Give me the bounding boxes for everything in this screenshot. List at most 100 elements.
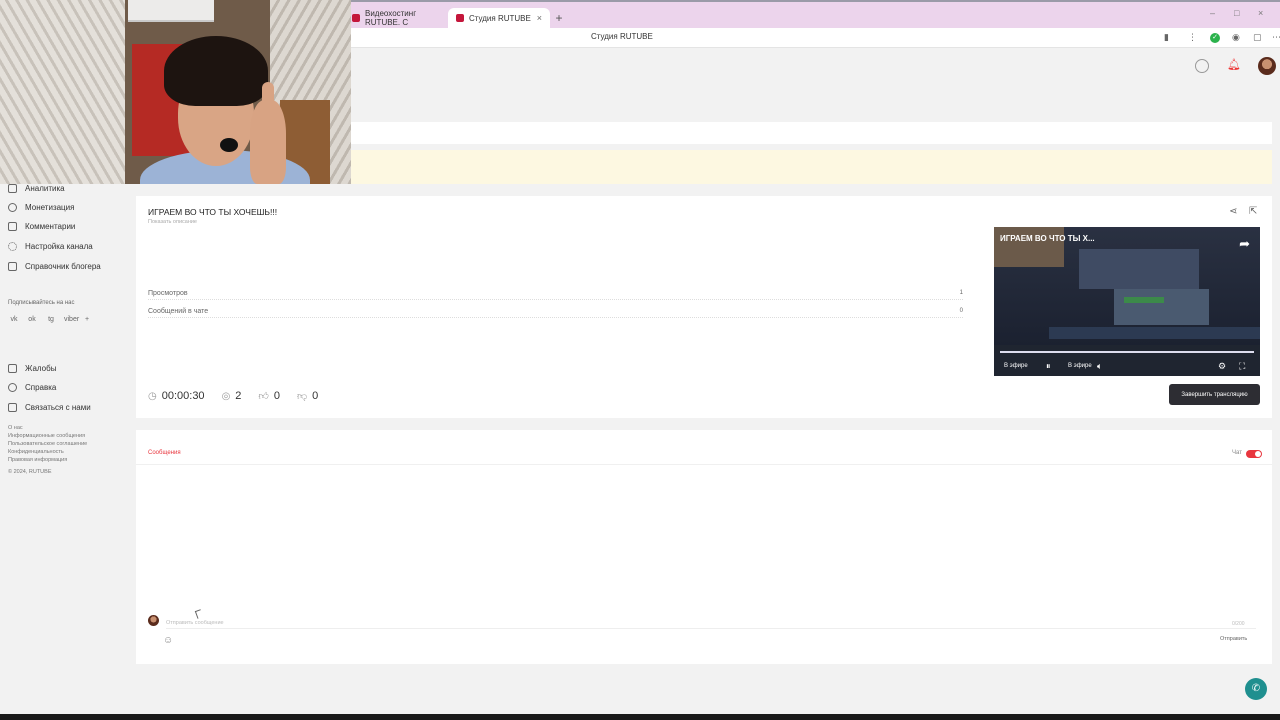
- player-screen-window: [1079, 249, 1199, 289]
- flag-icon: [8, 363, 17, 373]
- chat-toggle[interactable]: [1246, 450, 1262, 458]
- live-label: В эфире: [1068, 363, 1092, 369]
- sidebar-item-comments[interactable]: Комментарии: [8, 220, 75, 232]
- player-screen-window: [1114, 289, 1209, 325]
- settings-gear-icon[interactable]: ⚙︎: [1218, 361, 1226, 372]
- user-avatar[interactable]: [1258, 57, 1276, 75]
- pause-icon[interactable]: ⏸︎: [1046, 361, 1051, 372]
- bookmark-icon[interactable]: ▮: [1164, 32, 1169, 43]
- char-counter: 0/200: [1232, 621, 1245, 627]
- footer-link-info-messages[interactable]: Информационные сообщения: [8, 433, 85, 439]
- ok-icon[interactable]: ok: [27, 316, 37, 323]
- share-icon[interactable]: ⋖: [1229, 206, 1237, 217]
- notice-banner: [350, 150, 1272, 184]
- send-button[interactable]: Отправить: [1220, 636, 1247, 642]
- emoji-icon[interactable]: ☺: [163, 635, 173, 646]
- rutube-favicon-icon: [352, 14, 360, 22]
- tab-messages[interactable]: Сообщения: [148, 450, 181, 456]
- duration-value: 00:00:30: [161, 390, 205, 402]
- reading-icon[interactable]: ▢: [1253, 32, 1262, 43]
- clock-icon: ◷: [148, 390, 157, 402]
- show-description-link[interactable]: Показать описание: [148, 219, 197, 225]
- sidebar-item-monetization[interactable]: Монетизация: [8, 201, 74, 213]
- thumbs-down-icon: 👎︎: [297, 391, 308, 402]
- media-icon[interactable]: ◉: [1232, 32, 1240, 43]
- vk-icon[interactable]: vk: [9, 316, 19, 323]
- viewers-metric: ◎ 2: [222, 390, 242, 402]
- viber-icon[interactable]: viber: [64, 316, 79, 323]
- more-socials-icon[interactable]: +: [82, 316, 92, 323]
- notifications-bell-icon[interactable]: 🔔︎: [1227, 58, 1241, 71]
- likes-value: 0: [273, 390, 280, 402]
- more-icon[interactable]: ⋮: [1188, 32, 1197, 43]
- stream-metrics: ◷ 00:00:30 ◎ 2 👍︎ 0 👎︎ 0: [148, 390, 335, 402]
- stat-label: Сообщений в чате: [148, 308, 209, 315]
- stat-chat-messages: Сообщений в чате 0: [148, 308, 963, 318]
- player-progress-bar[interactable]: [1000, 351, 1254, 353]
- minimize-icon[interactable]: –: [1210, 8, 1215, 18]
- stat-label: Просмотров: [148, 290, 188, 297]
- support-chat-icon[interactable]: ✆: [1245, 678, 1267, 700]
- tab-label: Студия RUTUBE: [469, 13, 531, 23]
- close-tab-icon[interactable]: ×: [537, 13, 542, 23]
- footer-link-legal[interactable]: Правовая информация: [8, 457, 67, 463]
- sidebar-item-analytics[interactable]: Аналитика: [8, 182, 65, 194]
- close-window-icon[interactable]: ×: [1258, 8, 1263, 18]
- open-external-icon[interactable]: ⇱: [1249, 206, 1257, 217]
- fullscreen-icon[interactable]: ⛶: [1239, 361, 1245, 372]
- taskbar: [0, 714, 1280, 720]
- likes-metric: 👍︎ 0: [258, 390, 280, 402]
- analytics-icon: [8, 183, 17, 193]
- webcam-overlay: [0, 0, 351, 184]
- telegram-icon[interactable]: tg: [46, 316, 56, 323]
- stat-value: 0: [959, 308, 963, 314]
- sidebar-item-label: Настройка канала: [25, 241, 93, 251]
- sidebar-item-label: Справка: [25, 382, 57, 392]
- sidebar-item-help[interactable]: Справка: [8, 381, 56, 393]
- top-white-strip: [350, 122, 1272, 144]
- webcam-person-hair: [164, 36, 268, 106]
- extension-check-icon[interactable]: ✓: [1210, 33, 1220, 43]
- browser-tab-rutube-video[interactable]: Видеохостинг RUTUBE. С: [344, 8, 444, 28]
- duration-metric: ◷ 00:00:30: [148, 390, 205, 402]
- webcam-headset-mic: [220, 138, 238, 152]
- sidebar-item-label: Комментарии: [25, 221, 76, 231]
- maximize-icon[interactable]: □: [1234, 8, 1239, 18]
- sidebar-item-contact[interactable]: Связаться с нами: [8, 401, 91, 413]
- rutube-favicon-icon: [456, 14, 464, 22]
- player-share-icon[interactable]: ➦: [1239, 236, 1250, 252]
- footer-link-user-agreement[interactable]: Пользовательское соглашение: [8, 441, 87, 447]
- overflow-icon[interactable]: ⋯: [1272, 32, 1280, 43]
- coin-icon: [8, 202, 17, 212]
- sidebar-item-complaints[interactable]: Жалобы: [8, 362, 56, 374]
- player-progress-fill: [1000, 351, 1254, 353]
- live-badge: В эфире: [1004, 363, 1028, 369]
- chat-divider: [136, 464, 1272, 465]
- end-stream-button[interactable]: Завершить трансляцию: [1169, 384, 1260, 405]
- sidebar-item-label: Справочник блогера: [25, 261, 101, 271]
- page-title: Студия RUTUBE: [591, 32, 653, 41]
- tab-label: Видеохостинг RUTUBE. С: [365, 9, 417, 27]
- sidebar-item-label: Жалобы: [25, 363, 57, 373]
- sidebar: Аналитика Монетизация Комментарии Настро…: [0, 182, 135, 720]
- subscribe-label: Подписывайтесь на нас: [8, 300, 75, 306]
- footer-link-about[interactable]: О нас: [8, 425, 23, 431]
- viewers-value: 2: [235, 390, 242, 402]
- chat-toggle-label: Чат: [1232, 450, 1242, 456]
- new-tab-button[interactable]: +: [552, 12, 566, 26]
- upload-icon[interactable]: [1195, 59, 1209, 73]
- sidebar-item-channel-settings[interactable]: Настройка канала: [8, 240, 93, 252]
- chat-message-input[interactable]: [166, 617, 1256, 629]
- player-screen: [994, 227, 1260, 345]
- sidebar-item-label: Аналитика: [25, 183, 65, 193]
- stream-preview-player[interactable]: ИГРАЕМ ВО ЧТО ТЫ Х... ➦ В эфире ⏸︎ В эфи…: [994, 227, 1260, 376]
- book-icon: [8, 261, 17, 271]
- gear-icon: [8, 241, 17, 251]
- volume-icon[interactable]: 🔈︎: [1097, 361, 1102, 372]
- footer-link-privacy[interactable]: Конфиденциальность: [8, 449, 64, 455]
- webcam-curtain: [0, 0, 125, 184]
- sidebar-item-blogger-guide[interactable]: Справочник блогера: [8, 260, 101, 272]
- player-screen-timeline: [1049, 327, 1260, 339]
- thumbs-up-icon: 👍︎: [258, 391, 269, 402]
- browser-tab-studio[interactable]: Студия RUTUBE ×: [448, 8, 550, 28]
